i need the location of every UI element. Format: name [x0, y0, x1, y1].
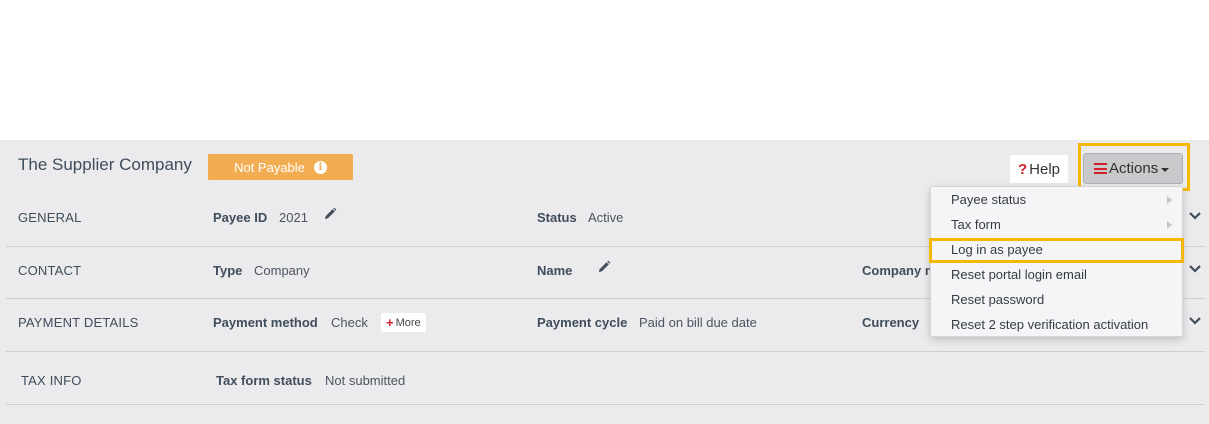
status-label: Status: [537, 210, 577, 225]
edit-pencil-icon[interactable]: [597, 260, 611, 274]
menu-item-reset-password[interactable]: Reset password: [951, 292, 1044, 307]
more-label: More: [395, 316, 421, 329]
more-button[interactable]: + More: [381, 313, 426, 332]
edit-pencil-icon[interactable]: [323, 207, 337, 221]
menu-item-reset-2-step-verification[interactable]: Reset 2 step verification activation: [951, 317, 1148, 332]
section-label-contact[interactable]: CONTACT: [18, 263, 81, 278]
menu-item-tax-form[interactable]: Tax form: [951, 217, 1001, 232]
actions-button[interactable]: Actions: [1083, 153, 1183, 184]
actions-label: Actions: [1109, 160, 1159, 177]
menu-item-payee-status[interactable]: Payee status: [951, 192, 1026, 207]
name-label: Name: [537, 263, 573, 278]
submenu-arrow-icon: [1167, 221, 1172, 229]
chevron-down-icon[interactable]: [1189, 212, 1201, 220]
help-label: Help: [1029, 160, 1061, 178]
payment-method-value: Check: [331, 315, 368, 330]
section-label-payment-details[interactable]: PAYMENT DETAILS: [18, 315, 139, 330]
status-badge-label: Not Payable: [234, 159, 305, 175]
help-button[interactable]: ? Help: [1010, 155, 1069, 183]
chevron-down-icon[interactable]: [1189, 317, 1201, 325]
section-label-tax-info[interactable]: TAX INFO: [21, 373, 82, 388]
caret-down-icon: [1161, 167, 1170, 172]
payment-method-label: Payment method: [213, 315, 318, 330]
currency-label: Currency: [862, 315, 920, 330]
question-mark-icon: ?: [1018, 160, 1028, 178]
section-label-general[interactable]: GENERAL: [18, 210, 82, 225]
tax-form-status-label: Tax form status: [216, 373, 312, 388]
menu-item-reset-portal-login-email[interactable]: Reset portal login email: [951, 267, 1087, 282]
tax-form-status-value: Not submitted: [325, 373, 406, 388]
company-name-label: Company n: [862, 263, 933, 278]
log-in-as-payee-highlight: [929, 238, 1184, 263]
divider: [6, 404, 1205, 405]
payment-cycle-value: Paid on bill due date: [639, 315, 757, 330]
payee-id-label: Payee ID: [213, 210, 268, 225]
payment-cycle-label: Payment cycle: [537, 315, 628, 330]
chevron-down-icon[interactable]: [1189, 265, 1201, 273]
info-icon[interactable]: i: [313, 160, 327, 174]
type-label: Type: [213, 263, 243, 278]
status-value: Active: [588, 210, 624, 225]
divider: [6, 351, 1205, 352]
status-badge[interactable]: Not Payable i: [208, 154, 353, 180]
page-title: The Supplier Company: [18, 155, 192, 174]
hamburger-icon: [1094, 163, 1107, 174]
type-value: Company: [254, 263, 310, 278]
plus-icon: +: [386, 315, 394, 330]
submenu-arrow-icon: [1167, 196, 1172, 204]
payee-id-value: 2021: [279, 210, 308, 225]
